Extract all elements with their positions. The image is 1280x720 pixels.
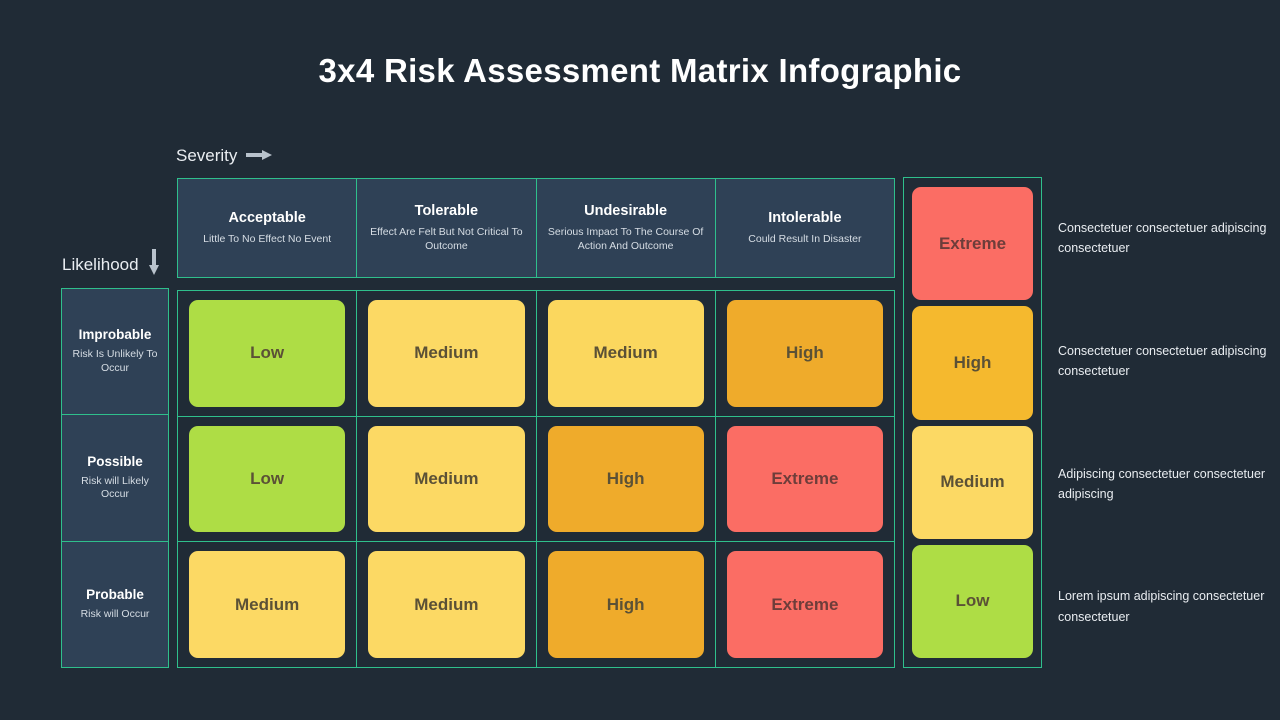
matrix-row: Low Medium High Extreme — [178, 416, 894, 543]
matrix-cell[interactable]: High — [547, 551, 704, 659]
severity-column-desc: Could Result In Disaster — [748, 232, 862, 245]
legend-description-column: Consectetuer consectetuer adipiscing con… — [1058, 177, 1268, 668]
likelihood-label-column: Improbable Risk Is Unlikely To Occur Pos… — [61, 288, 169, 668]
risk-matrix: Acceptable Little To No Effect No Event … — [177, 178, 895, 668]
likelihood-row-title: Possible — [87, 453, 143, 469]
matrix-cell-wrap: High — [716, 291, 894, 416]
legend-description-extreme: Consectetuer consectetuer adipiscing con… — [1058, 221, 1267, 256]
severity-column-desc: Serious Impact To The Course Of Action A… — [547, 225, 704, 252]
matrix-cell-wrap: Medium — [357, 542, 537, 668]
matrix-cell[interactable]: Medium — [368, 551, 525, 659]
matrix-cell[interactable]: High — [726, 300, 883, 407]
severity-column-title: Tolerable — [414, 202, 479, 219]
legend-description-high: Consectetuer consectetuer adipiscing con… — [1058, 343, 1267, 379]
matrix-cell-wrap: Medium — [357, 416, 537, 542]
likelihood-row-title: Probable — [86, 586, 144, 602]
matrix-row: Low Medium Medium High — [178, 291, 894, 417]
severity-column-acceptable[interactable]: Acceptable Little To No Effect No Event — [178, 179, 358, 277]
legend-tile-extreme[interactable]: Extreme — [912, 187, 1033, 301]
matrix-cell[interactable]: Low — [189, 300, 346, 407]
legend-tile-low[interactable]: Low — [912, 544, 1033, 658]
matrix-cell[interactable]: Low — [189, 425, 346, 533]
page-title: 3x4 Risk Assessment Matrix Infographic — [318, 52, 962, 89]
severity-axis-label: Severity — [176, 146, 273, 166]
legend-panel: Extreme High Medium Low — [903, 177, 1042, 668]
legend-tile-wrap: Medium — [910, 423, 1035, 542]
legend-description-row: Lorem ipsum adipiscing consectetuer cons… — [1058, 545, 1268, 668]
matrix-cell[interactable]: Extreme — [726, 425, 883, 533]
legend-description-medium: Adipiscing consectetuer consectetuer adi… — [1058, 466, 1266, 501]
legend-description-row: Adipiscing consectetuer consectetuer adi… — [1058, 423, 1268, 546]
matrix-cell-wrap: Medium — [357, 291, 537, 416]
matrix-cell[interactable]: Medium — [368, 300, 525, 407]
legend-tile-wrap: Low — [910, 542, 1035, 661]
severity-column-title: Undesirable — [584, 202, 668, 219]
likelihood-row-desc: Risk will Likely Occur — [81, 474, 149, 501]
matrix-cell[interactable]: Medium — [189, 551, 346, 659]
matrix-cell[interactable]: Extreme — [726, 551, 883, 659]
legend-tile-wrap: Extreme — [910, 184, 1035, 303]
likelihood-row-desc: Risk will Occur — [80, 607, 150, 620]
arrow-down-icon — [148, 249, 160, 280]
matrix-cell-wrap: High — [537, 542, 716, 668]
likelihood-row-possible[interactable]: Possible Risk will Likely Occur — [62, 415, 168, 542]
likelihood-label-text: Likelihood — [62, 254, 139, 274]
likelihood-axis-label: Likelihood — [62, 249, 160, 280]
matrix-row: Medium Medium High Extreme — [178, 542, 894, 668]
legend-tile-high[interactable]: High — [912, 306, 1033, 420]
likelihood-row-improbable[interactable]: Improbable Risk Is Unlikely To Occur — [62, 289, 168, 416]
matrix-cell-wrap: Medium — [537, 291, 716, 416]
severity-header-row: Acceptable Little To No Effect No Event … — [177, 178, 895, 278]
matrix-cell-wrap: High — [537, 416, 716, 542]
arrow-right-icon — [246, 146, 273, 166]
legend-tile-medium[interactable]: Medium — [912, 425, 1033, 539]
matrix-body: Low Medium Medium High Low Medium High E… — [177, 290, 895, 668]
matrix-cell-wrap: Low — [178, 291, 358, 416]
matrix-cell-wrap: Extreme — [716, 417, 894, 542]
likelihood-row-title: Improbable — [78, 327, 152, 343]
likelihood-row-probable[interactable]: Probable Risk will Occur — [62, 541, 168, 667]
matrix-cell[interactable]: Medium — [368, 425, 525, 533]
matrix-cell-wrap: Low — [178, 416, 358, 542]
severity-column-undesirable[interactable]: Undesirable Serious Impact To The Course… — [536, 179, 716, 277]
legend-tile-wrap: High — [910, 303, 1035, 422]
severity-column-desc: Effect Are Felt But Not Critical To Outc… — [370, 225, 523, 252]
likelihood-row-desc: Risk Is Unlikely To Occur — [72, 348, 158, 375]
severity-label-text: Severity — [176, 146, 238, 165]
matrix-cell[interactable]: High — [547, 425, 704, 533]
severity-column-title: Intolerable — [768, 209, 842, 226]
matrix-cell-wrap: Extreme — [716, 542, 894, 667]
legend-description-row: Consectetuer consectetuer adipiscing con… — [1058, 177, 1268, 300]
severity-column-title: Acceptable — [228, 209, 306, 226]
matrix-cell[interactable]: Medium — [547, 300, 704, 407]
legend-description-low: Lorem ipsum adipiscing consectetuer cons… — [1058, 589, 1265, 624]
matrix-cell-wrap: Medium — [178, 542, 358, 668]
severity-column-desc: Little To No Effect No Event — [203, 232, 332, 245]
severity-column-tolerable[interactable]: Tolerable Effect Are Felt But Not Critic… — [357, 179, 537, 277]
severity-column-intolerable[interactable]: Intolerable Could Result In Disaster — [715, 179, 894, 277]
legend-description-row: Consectetuer consectetuer adipiscing con… — [1058, 300, 1268, 423]
